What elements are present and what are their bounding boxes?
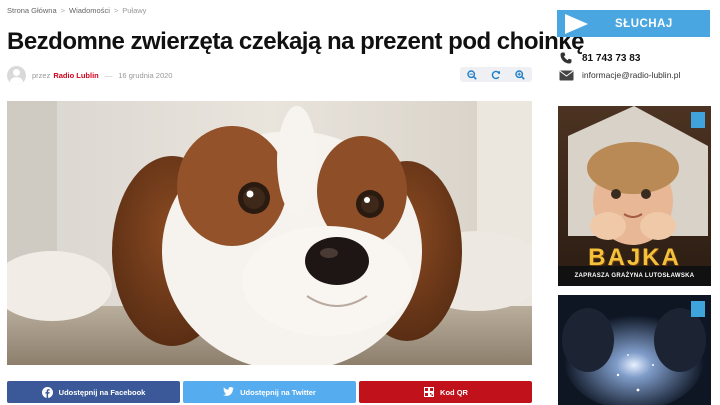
phone-number: 81 743 73 83: [582, 52, 641, 64]
breadcrumb-separator: >: [113, 6, 119, 15]
article-meta: przez Radio Lublin — 16 grudnia 2020: [7, 65, 172, 85]
ad-bajka-title: BAJKA: [588, 244, 681, 271]
article-title: Bezdomne zwierzęta czekają na prezent po…: [7, 28, 585, 55]
refresh-icon[interactable]: [489, 68, 503, 82]
phone-icon: [558, 51, 574, 65]
sidebar-ad-space[interactable]: [558, 295, 711, 405]
radio-badge-icon: [691, 112, 705, 128]
breadcrumb-home[interactable]: Strona Główna: [7, 6, 57, 15]
play-icon: [557, 10, 595, 37]
breadcrumb-news[interactable]: Wiadomości: [69, 6, 110, 15]
contact-email[interactable]: informacje@radio-lublin.pl: [558, 68, 680, 82]
share-twitter-button[interactable]: Udostępnij na Twitter: [183, 381, 356, 403]
breadcrumb-separator: >: [60, 6, 66, 15]
meta-dash: —: [104, 70, 113, 80]
author-link[interactable]: Radio Lublin: [53, 71, 98, 80]
author-prefix: przez: [32, 70, 51, 80]
share-facebook-label: Udostępnij na Facebook: [58, 387, 146, 397]
article-date: 16 grudnia 2020: [118, 70, 173, 80]
qr-code-icon: [423, 387, 434, 398]
radio-badge-icon: [691, 301, 705, 317]
zoom-in-icon[interactable]: [465, 68, 479, 82]
ad-bajka-subtitle: ZAPRASZA GRAŻYNA LUTOSŁAWSKA: [574, 273, 695, 279]
breadcrumb-pulawy[interactable]: Puławy: [122, 6, 146, 15]
share-facebook-button[interactable]: Udostępnij na Facebook: [7, 381, 180, 403]
facebook-icon: [41, 386, 53, 398]
zoom-out-icon[interactable]: [513, 68, 527, 82]
qr-code-label: Kod QR: [440, 387, 468, 397]
listen-button[interactable]: SŁUCHAJ: [557, 10, 710, 37]
share-twitter-label: Udostępnij na Twitter: [240, 387, 316, 397]
article-photo: [7, 101, 532, 365]
sidebar-ad-bajka[interactable]: BAJKA ZAPRASZA GRAŻYNA LUTOSŁAWSKA: [558, 106, 711, 286]
listen-label: SŁUCHAJ: [615, 17, 673, 30]
envelope-icon: [558, 68, 574, 82]
qr-code-button[interactable]: Kod QR: [359, 381, 532, 403]
email-address: informacje@radio-lublin.pl: [582, 70, 681, 80]
avatar: [7, 65, 26, 85]
twitter-icon: [223, 387, 235, 398]
font-size-tools: [460, 67, 532, 82]
breadcrumb: Strona Główna > Wiadomości > Puławy: [7, 6, 146, 15]
contact-phone[interactable]: 81 743 73 83: [558, 51, 640, 65]
